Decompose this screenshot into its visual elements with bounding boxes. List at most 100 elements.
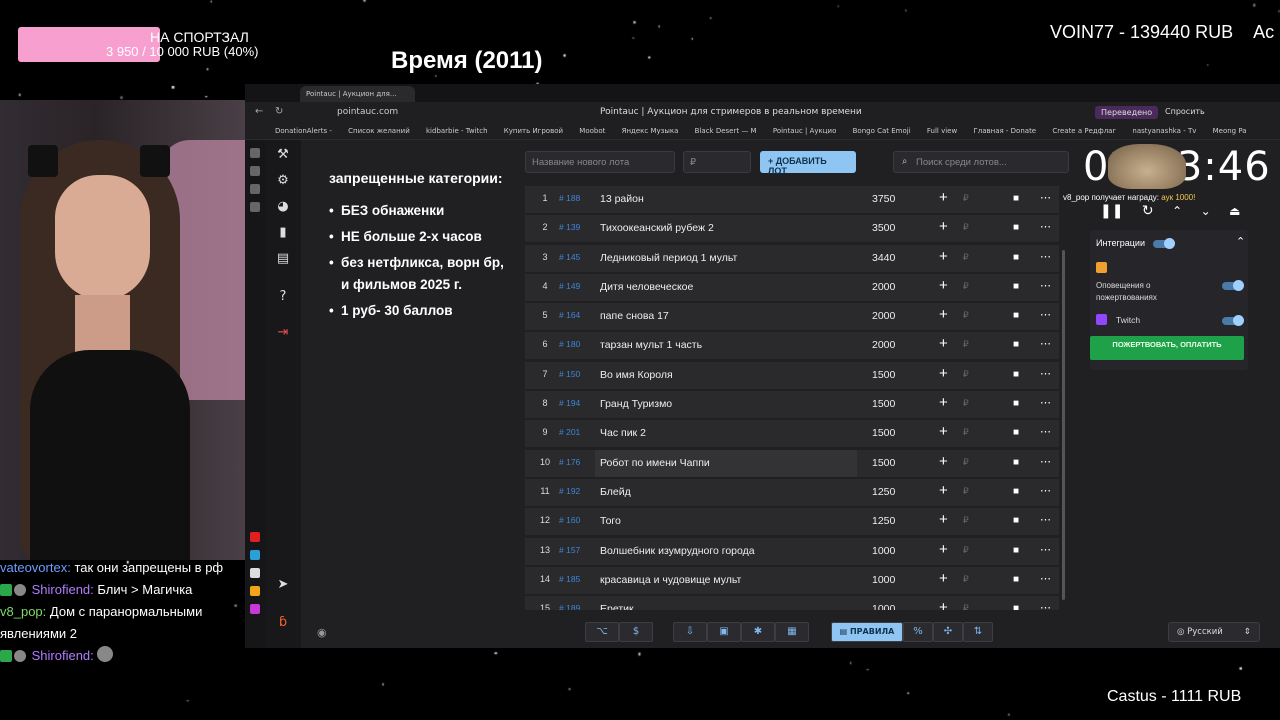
lot-amount[interactable]: 1500	[872, 427, 895, 439]
extensions-icon[interactable]	[250, 184, 260, 194]
table-row[interactable]: 12 # 160 Того 1250 + ₽ ■ ⋯	[525, 508, 1059, 536]
reload-icon[interactable]: ↻	[275, 106, 283, 117]
collapse-icon[interactable]: ⏏	[1229, 204, 1240, 218]
percent-button[interactable]: %	[903, 622, 933, 642]
donate-button[interactable]: ПОЖЕРТВОВАТЬ, ОПЛАТИТЬ	[1090, 336, 1244, 360]
app-icon[interactable]	[250, 586, 260, 596]
wheel-icon[interactable]: ◕	[274, 198, 292, 216]
table-row[interactable]: 9 # 201 Час пик 2 1500 + ₽ ■ ⋯	[525, 420, 1059, 448]
table-row[interactable]: 7 # 150 Во имя Короля 1500 + ₽ ■ ⋯	[525, 361, 1059, 389]
bookmark[interactable]: kidbarbie - Twitch	[426, 127, 488, 135]
chevron-up-icon[interactable]: ⌃	[1236, 235, 1245, 248]
trash-icon[interactable]: ■	[1013, 603, 1019, 610]
pause-icon[interactable]: ❚❚	[1100, 203, 1123, 219]
send-icon[interactable]: ➤	[274, 576, 292, 594]
lot-amount[interactable]: 3750	[872, 193, 895, 205]
telegram-icon[interactable]	[250, 550, 260, 560]
history-icon[interactable]	[250, 148, 260, 158]
table-row[interactable]: 4 # 149 Дитя человеческое 2000 + ₽ ■ ⋯	[525, 273, 1059, 301]
plus-icon[interactable]: +	[939, 599, 948, 610]
more-icon[interactable]: ⋯	[1040, 513, 1051, 526]
lot-list-scrollbar[interactable]	[1062, 250, 1065, 600]
table-row[interactable]: 13 # 157 Волшебник изумрудного города 1000 +…	[525, 537, 1059, 565]
lot-name[interactable]: Того	[600, 515, 621, 527]
github-icon[interactable]: ⌥	[585, 622, 619, 642]
donation-alerts-toggle[interactable]	[1222, 280, 1244, 291]
plus-icon[interactable]: +	[939, 511, 948, 528]
lot-name[interactable]: Час пик 2	[600, 427, 646, 439]
rules-button[interactable]: ▤ ПРАВИЛА	[831, 622, 903, 642]
lot-name[interactable]: красавица и чудовище мульт	[600, 574, 741, 586]
bookmark[interactable]: Moobot	[579, 127, 605, 135]
gavel-icon[interactable]: ⚒	[274, 146, 292, 164]
new-lot-input[interactable]: Название нового лота	[525, 151, 675, 173]
ask-button[interactable]: Спросить	[1165, 107, 1205, 116]
messenger-icon[interactable]	[250, 604, 260, 614]
bookmark[interactable]: nastyanashka - Tv	[1132, 127, 1196, 135]
bug-icon[interactable]: ✱	[741, 622, 775, 642]
downloads-icon[interactable]	[250, 166, 260, 176]
trash-icon[interactable]: ■	[1013, 281, 1019, 292]
add-lot-button[interactable]: + ДОБАВИТЬ ЛОТ	[760, 151, 856, 176]
trash-icon[interactable]: ■	[1013, 515, 1019, 526]
lot-amount[interactable]: 3500	[872, 222, 895, 234]
history-icon[interactable]: ▤	[274, 250, 292, 268]
lot-amount[interactable]: 3440	[872, 252, 895, 264]
plus-icon[interactable]: +	[939, 365, 948, 382]
lot-name[interactable]: Блейд	[600, 486, 631, 498]
dollar-icon[interactable]: $	[619, 622, 653, 642]
stats-icon[interactable]: ▮	[274, 224, 292, 242]
more-icon[interactable]: ⋯	[1040, 455, 1051, 468]
integrations-toggle[interactable]	[1153, 238, 1175, 249]
plus-icon[interactable]: +	[939, 482, 948, 499]
split-icon[interactable]: ✣	[933, 622, 963, 642]
translated-badge[interactable]: Переведено	[1095, 106, 1159, 119]
trash-icon[interactable]: ■	[1013, 193, 1019, 204]
trash-icon[interactable]: ■	[1013, 545, 1019, 556]
amount-input[interactable]: ₽	[683, 151, 751, 173]
bookmark[interactable]: Главная - Donate	[973, 127, 1036, 135]
lot-name[interactable]: Ледниковый период 1 мульт	[600, 252, 737, 264]
back-icon[interactable]: ←	[255, 106, 263, 117]
more-icon[interactable]: ⋯	[1040, 220, 1051, 233]
lot-name[interactable]: Волшебник изумрудного города	[600, 545, 755, 557]
trash-icon[interactable]: ■	[1013, 486, 1019, 497]
lot-name[interactable]: 13 район	[600, 193, 644, 205]
bookmark[interactable]: Список желаний	[348, 127, 410, 135]
lot-name[interactable]: папе снова 17	[600, 310, 669, 322]
trash-icon[interactable]: ■	[1013, 252, 1019, 263]
bookmark[interactable]: Купить Игровой	[504, 127, 563, 135]
restart-icon[interactable]: ↻	[1142, 203, 1154, 219]
plus-icon[interactable]: +	[939, 570, 948, 587]
lot-amount[interactable]: 2000	[872, 339, 895, 351]
tab-pointauc[interactable]: Pointauc | Аукцион для...	[300, 86, 415, 102]
plus-icon[interactable]: +	[939, 306, 948, 323]
lot-amount[interactable]: 1000	[872, 545, 895, 557]
chevron-up-icon[interactable]: ⌃	[1172, 204, 1182, 218]
table-row[interactable]: 2 # 139 Тихоокеанский рубеж 2 3500 + ₽ ■ ⋯	[525, 215, 1059, 243]
lot-amount[interactable]: 2000	[872, 281, 895, 293]
more-icon[interactable]: ⋯	[1040, 484, 1051, 497]
plus-icon[interactable]: +	[939, 248, 948, 265]
bookmark[interactable]: Meong Pa	[1213, 127, 1247, 135]
trash-icon[interactable]: ■	[1013, 369, 1019, 380]
bookmark[interactable]: Bongo Cat Emoji	[853, 127, 911, 135]
lot-name[interactable]: Гранд Туризмо	[600, 398, 672, 410]
youtube-icon[interactable]	[250, 532, 260, 542]
table-row[interactable]: 14 # 185 красавица и чудовище мульт 1000 + ₽ ■…	[525, 566, 1059, 594]
trash-icon[interactable]: ■	[1013, 339, 1019, 350]
table-row[interactable]: 11 # 192 Блейд 1250 + ₽ ■ ⋯	[525, 478, 1059, 506]
bookmark[interactable]: DonationAlerts -	[275, 127, 332, 135]
table-row[interactable]: 3 # 145 Ледниковый период 1 мульт 3440 + ₽ ■ ⋯	[525, 244, 1059, 272]
twitch-toggle[interactable]	[1222, 315, 1244, 326]
trash-icon[interactable]: ■	[1013, 427, 1019, 438]
table-row[interactable]: 10 # 176 Робот по имени Чаппи 1500 + ₽ ■ ⋯	[525, 449, 1059, 477]
lot-amount[interactable]: 1000	[872, 603, 895, 610]
bookmark[interactable]: Create a Редфлаг	[1052, 127, 1116, 135]
language-select[interactable]: ◎ Русский ⇕	[1168, 622, 1260, 642]
more-icon[interactable]: ⋯	[1040, 279, 1051, 292]
save-icon[interactable]: ▣	[707, 622, 741, 642]
plus-icon[interactable]: +	[939, 453, 948, 470]
trash-icon[interactable]: ■	[1013, 310, 1019, 321]
more-icon[interactable]: ⋯	[1040, 601, 1051, 610]
